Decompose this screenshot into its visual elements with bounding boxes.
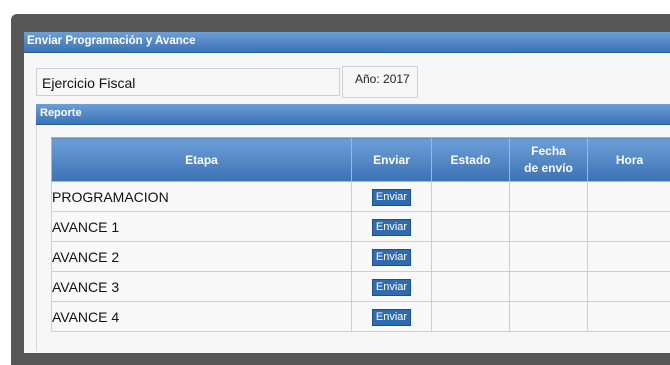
column-header-fecha: Fecha de envío bbox=[509, 137, 588, 182]
table-row: AVANCE 1 Enviar bbox=[51, 211, 670, 242]
table-row: PROGRAMACION Enviar bbox=[51, 181, 670, 212]
hora-cell bbox=[587, 181, 670, 212]
report-title: Reporte bbox=[40, 107, 82, 119]
panel-title: Enviar Programación y Avance bbox=[27, 35, 196, 47]
etapa-cell: AVANCE 4 bbox=[51, 301, 352, 332]
column-header-estado: Estado bbox=[431, 137, 510, 182]
fecha-cell bbox=[509, 301, 588, 332]
estado-cell bbox=[431, 211, 510, 242]
column-header-hora: Hora bbox=[587, 137, 670, 182]
etapa-cell: AVANCE 2 bbox=[51, 241, 352, 272]
column-header-enviar: Enviar bbox=[351, 137, 432, 182]
hora-cell bbox=[587, 241, 670, 272]
fecha-cell bbox=[509, 271, 588, 302]
etapa-cell: PROGRAMACION bbox=[51, 181, 352, 212]
fiscal-year-label: Ejercicio Fiscal bbox=[42, 75, 136, 91]
fiscal-year-value: Año: 2017 bbox=[355, 72, 410, 86]
fecha-cell bbox=[509, 241, 588, 272]
fiscal-year-value-box: Año: 2017 bbox=[342, 66, 418, 98]
enviar-cell: Enviar bbox=[351, 211, 432, 242]
estado-cell bbox=[431, 271, 510, 302]
hora-cell bbox=[587, 271, 670, 302]
enviar-cell: Enviar bbox=[351, 241, 432, 272]
estado-cell bbox=[431, 241, 510, 272]
column-header-fecha-text: Fecha de envío bbox=[524, 143, 573, 175]
table-header-row: Etapa Enviar Estado Fecha de envío Hora bbox=[51, 137, 670, 182]
enviar-button[interactable]: Enviar bbox=[371, 249, 412, 266]
enviar-button[interactable]: Enviar bbox=[371, 219, 412, 236]
etapa-cell: AVANCE 1 bbox=[51, 211, 352, 242]
enviar-cell: Enviar bbox=[351, 271, 432, 302]
enviar-cell: Enviar bbox=[351, 301, 432, 332]
enviar-button[interactable]: Enviar bbox=[371, 189, 412, 206]
report-table: Etapa Enviar Estado Fecha de envío Hora … bbox=[51, 137, 670, 332]
panel-header: Enviar Programación y Avance bbox=[24, 32, 670, 53]
hora-cell bbox=[587, 301, 670, 332]
main-panel: Enviar Programación y Avance Ejercicio F… bbox=[24, 32, 670, 353]
table-row: AVANCE 2 Enviar bbox=[51, 241, 670, 272]
hora-cell bbox=[587, 211, 670, 242]
report-body: Etapa Enviar Estado Fecha de envío Hora … bbox=[36, 125, 670, 351]
report-header: Reporte bbox=[36, 104, 670, 125]
fecha-cell bbox=[509, 181, 588, 212]
enviar-button[interactable]: Enviar bbox=[371, 309, 412, 326]
etapa-cell: AVANCE 3 bbox=[51, 271, 352, 302]
estado-cell bbox=[431, 181, 510, 212]
enviar-cell: Enviar bbox=[351, 181, 432, 212]
fiscal-year-label-box: Ejercicio Fiscal bbox=[36, 68, 340, 96]
table-row: AVANCE 3 Enviar bbox=[51, 271, 670, 302]
estado-cell bbox=[431, 301, 510, 332]
enviar-button[interactable]: Enviar bbox=[371, 279, 412, 296]
fecha-cell bbox=[509, 211, 588, 242]
column-header-etapa: Etapa bbox=[51, 137, 352, 182]
table-row: AVANCE 4 Enviar bbox=[51, 301, 670, 332]
